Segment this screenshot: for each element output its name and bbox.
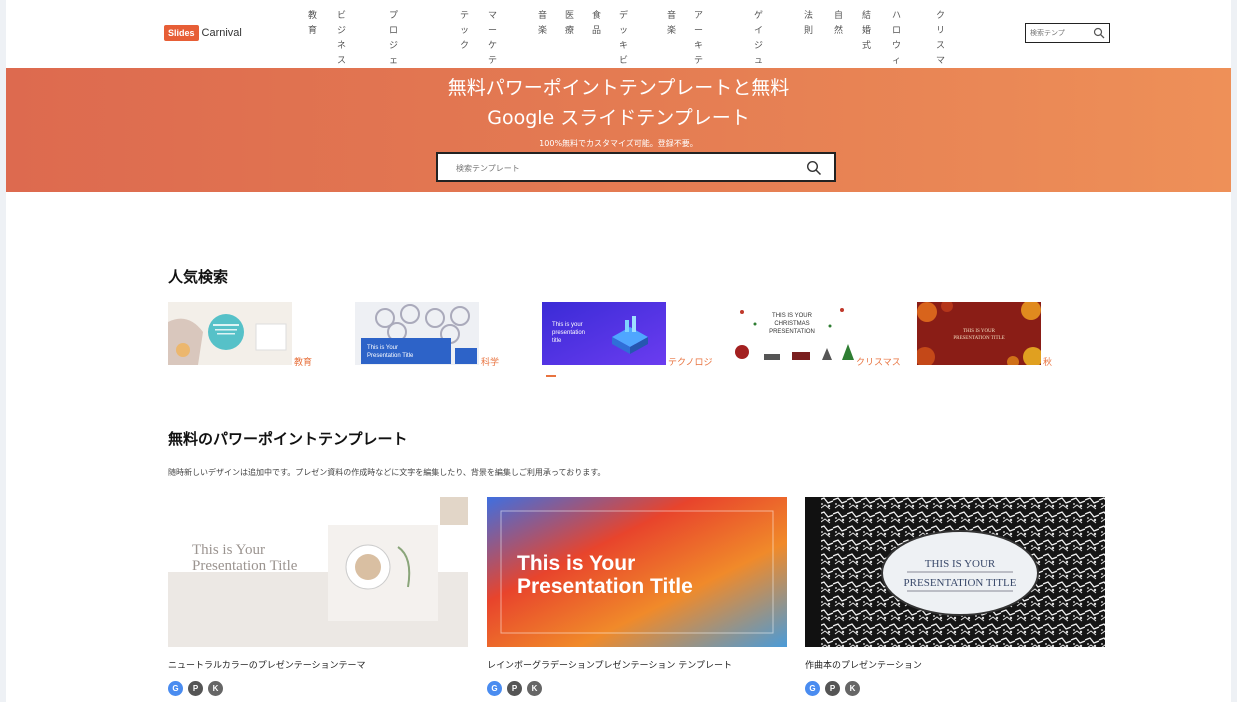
popular-thumb-tech-text-1: This is your xyxy=(552,322,583,328)
nav-item-music-1[interactable]: 音 楽 xyxy=(538,9,547,39)
site-logo[interactable]: Slides Carnival xyxy=(164,24,242,42)
powerpoint-icon[interactable]: P xyxy=(507,681,522,696)
popular-thumb-tech-text-3: title xyxy=(552,338,562,344)
search-icon[interactable] xyxy=(806,160,822,176)
popular-thumb-christmas[interactable]: THIS IS YOUR CHRISTMAS PRESENTATION xyxy=(730,302,854,365)
template-thumb-composition-line1: THIS IS YOUR xyxy=(925,558,996,570)
popular-thumb-science-text-1: This is Your xyxy=(367,345,398,351)
keynote-icon[interactable]: K xyxy=(208,681,223,696)
template-thumb-rainbow[interactable]: This is Your Presentation Title xyxy=(487,497,787,647)
nav-item-education[interactable]: 教 育 xyxy=(308,9,317,39)
google-slides-icon[interactable]: G xyxy=(168,681,183,696)
nav-item-law[interactable]: 法 則 xyxy=(804,9,813,39)
keynote-icon[interactable]: K xyxy=(845,681,860,696)
template-title[interactable]: レインボーグラデーションプレゼンテーション テンプレート xyxy=(487,658,732,671)
powerpoint-icon[interactable]: P xyxy=(188,681,203,696)
popular-label-technology[interactable]: テクノロジ xyxy=(668,355,712,368)
popular-thumb-autumn-text-1: THIS IS YOUR xyxy=(963,329,996,334)
nav-item-medical[interactable]: 医 療 xyxy=(565,9,574,39)
template-thumb-composition[interactable]: THIS IS YOUR PRESENTATION TITLE xyxy=(805,497,1105,647)
template-format-icons: G P K xyxy=(805,681,860,696)
header-search-box[interactable] xyxy=(1025,23,1110,43)
template-thumb-neutral-line2: Presentation Title xyxy=(192,558,298,574)
template-thumb-composition-line2: PRESENTATION TITLE xyxy=(904,577,1017,589)
popular-thumb-tech-text-2: presentation xyxy=(552,330,585,336)
hero-title-line2: Google スライドテンプレート xyxy=(487,107,750,129)
keynote-icon[interactable]: K xyxy=(527,681,542,696)
popular-thumb-autumn-text-2: PRESENTATION TITLE xyxy=(953,336,1004,341)
popular-thumb-xmas-text-2: CHRISTMAS xyxy=(774,321,809,327)
template-thumb-rainbow-line1: This is Your xyxy=(517,552,635,575)
popular-thumb-autumn[interactable]: THIS IS YOUR PRESENTATION TITLE xyxy=(917,302,1041,365)
template-thumb-rainbow-line2: Presentation Title xyxy=(517,575,693,598)
site-header: Slides Carnival 教 育 ビジネ スプラ ン プロジェク ト提案書… xyxy=(6,0,1231,171)
logo-badge: Slides xyxy=(164,25,199,41)
popular-thumb-science-text-2: Presentation Title xyxy=(367,353,414,359)
powerpoint-icon[interactable]: P xyxy=(825,681,840,696)
hero-subtitle: 100%無料でカスタマイズ可能。登録不要。 xyxy=(539,139,698,148)
popular-label-science[interactable]: 科学 xyxy=(481,355,499,368)
nav-item-tech[interactable]: テ ッ ク xyxy=(460,9,469,54)
google-slides-icon[interactable]: G xyxy=(805,681,820,696)
hero-search-input[interactable] xyxy=(456,161,786,175)
template-title[interactable]: 作曲本のプレゼンテーション xyxy=(805,658,922,671)
template-thumb-neutral-line1: This is Your xyxy=(192,542,265,558)
nav-item-food[interactable]: 食 品 xyxy=(592,9,601,39)
hero-title-line1: 無料パワーポイントテンプレートと無料 xyxy=(447,77,790,99)
active-underline xyxy=(546,375,556,377)
nav-item-wedding[interactable]: 結 婚 式 xyxy=(862,9,871,54)
hero-banner: 無料パワーポイントテンプレートと無料 Google スライドテンプレート 100… xyxy=(6,68,1231,192)
popular-thumb-science[interactable]: This is Your Presentation Title xyxy=(355,302,479,365)
search-icon[interactable] xyxy=(1093,27,1105,39)
template-format-icons: G P K xyxy=(168,681,223,696)
popular-label-education[interactable]: 教育 xyxy=(294,355,312,368)
nav-item-music-2[interactable]: 音 楽 xyxy=(667,9,676,39)
template-thumb-neutral[interactable]: This is Your Presentation Title xyxy=(168,497,468,647)
google-slides-icon[interactable]: G xyxy=(487,681,502,696)
page: Slides Carnival 教 育 ビジネ スプラ ン プロジェク ト提案書… xyxy=(6,0,1231,702)
header-search-input[interactable] xyxy=(1030,26,1090,40)
nav-item-nature[interactable]: 自 然 xyxy=(834,9,843,39)
template-format-icons: G P K xyxy=(487,681,542,696)
popular-thumb-education[interactable] xyxy=(168,302,292,365)
templates-description: 随時新しいデザインは追加中です。プレゼン資料の作成時などに文字を編集したり、背景… xyxy=(168,468,606,477)
logo-text: Carnival xyxy=(201,27,242,39)
template-title[interactable]: ニュートラルカラーのプレゼンテーションテーマ xyxy=(168,658,366,671)
popular-thumb-xmas-text-1: THIS IS YOUR xyxy=(772,313,813,319)
hero-search-box[interactable] xyxy=(436,152,836,182)
free-templates-heading: 無料のパワーポイントテンプレート xyxy=(168,430,408,448)
popular-thumb-technology[interactable]: This is your presentation title xyxy=(542,302,666,365)
popular-searches-heading: 人気検索 xyxy=(168,268,229,286)
popular-label-christmas[interactable]: クリスマス xyxy=(856,355,901,368)
popular-thumb-xmas-text-3: PRESENTATION xyxy=(769,329,815,335)
popular-label-autumn[interactable]: 秋 xyxy=(1043,355,1052,368)
